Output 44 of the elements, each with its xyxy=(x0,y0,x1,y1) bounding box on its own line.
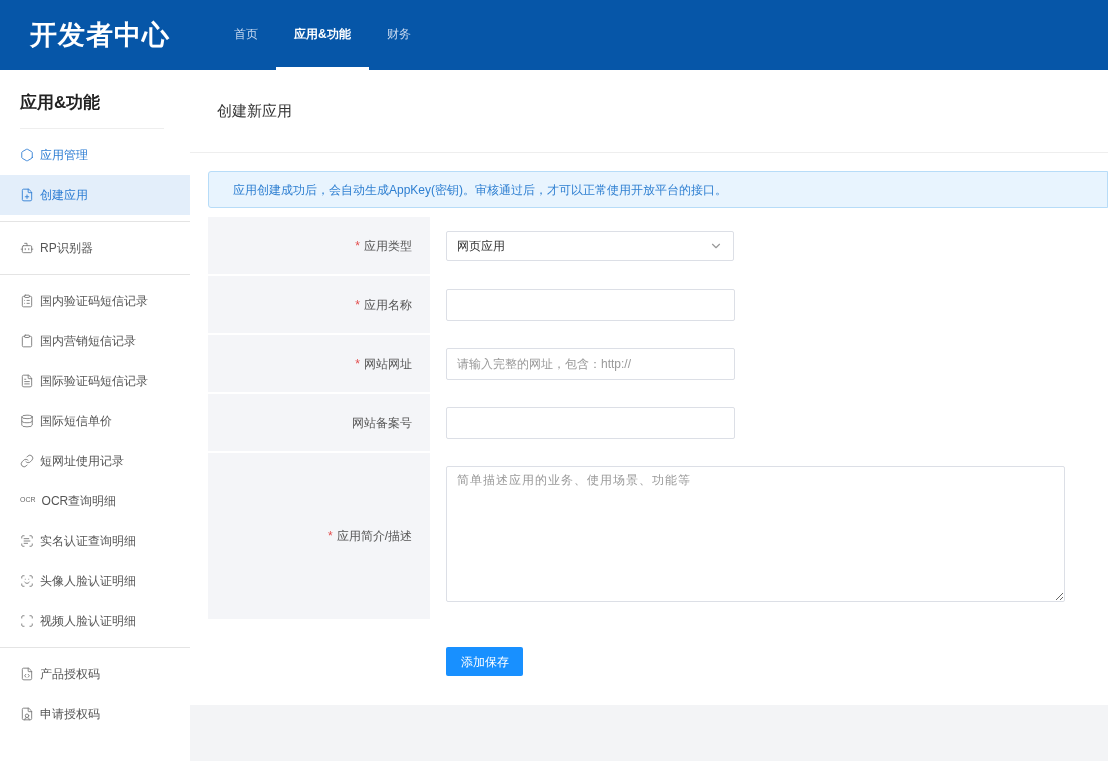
link-icon xyxy=(20,453,34,468)
code-file-icon xyxy=(20,666,34,681)
logo-text: 开发者中心 xyxy=(30,18,171,52)
coins-icon xyxy=(20,413,34,428)
file-plus-icon xyxy=(20,187,34,202)
input-field[interactable] xyxy=(446,406,735,439)
user-file-icon xyxy=(20,706,34,721)
input-field[interactable] xyxy=(446,288,735,321)
sidebar-item[interactable]: 实名认证查询明细 xyxy=(0,520,190,561)
required-mark: * xyxy=(355,237,360,255)
required-mark: * xyxy=(328,528,333,545)
input-field[interactable]: 请输入完整的网址，包含：http:// xyxy=(446,347,735,380)
required-mark: * xyxy=(355,296,360,314)
sidebar-item[interactable]: 应用管理 xyxy=(0,134,190,175)
sidebar-item[interactable]: 产品授权码 xyxy=(0,653,190,694)
type-select[interactable]: 网页应用 xyxy=(446,230,734,261)
sidebar-title: 应用&功能 xyxy=(20,90,164,129)
sidebar-item[interactable]: 国内营销短信记录 xyxy=(0,320,190,361)
nav-tab[interactable]: 财务 xyxy=(368,0,429,70)
field-label: 网站网址 xyxy=(364,355,412,373)
clipboard-icon xyxy=(20,293,34,308)
required-mark: * xyxy=(355,355,360,373)
face-scan-icon xyxy=(20,573,34,588)
sidebar-item[interactable]: 国际验证码短信记录 xyxy=(0,360,190,401)
nav-tab[interactable]: 首页 xyxy=(216,0,276,70)
field-label: 应用简介/描述 xyxy=(336,528,412,545)
clipboard-icon xyxy=(20,333,34,348)
sidebar-item[interactable]: RP识别器 xyxy=(0,227,190,268)
page-title: 创建新应用 xyxy=(217,100,292,121)
field-label: 应用类型 xyxy=(364,237,412,255)
field-label: 网站备案号 xyxy=(352,414,412,432)
document-icon xyxy=(20,373,34,388)
sidebar-item[interactable]: 头像人脸认证明细 xyxy=(0,560,190,601)
sidebar-item[interactable]: 国际短信单价 xyxy=(0,400,190,441)
sidebar-item[interactable]: 国内验证码短信记录 xyxy=(0,280,190,321)
description-textarea[interactable]: 简单描述应用的业务、使用场景、功能等 xyxy=(446,466,1065,602)
notice-banner: 应用创建成功后，会自动生成AppKey(密钥)。审核通过后，才可以正常使用开放平台的接口。 xyxy=(208,171,1108,208)
sidebar-item[interactable]: 短网址使用记录 xyxy=(0,440,190,481)
sidebar-item[interactable]: 视频人脸认证明细 xyxy=(0,600,190,641)
field-label: 应用名称 xyxy=(364,296,412,314)
sidebar-item[interactable]: 创建应用 xyxy=(0,174,190,215)
robot-icon xyxy=(20,240,34,255)
sidebar-item[interactable]: 申请授权码 xyxy=(0,693,190,734)
id-card-icon xyxy=(20,533,34,548)
